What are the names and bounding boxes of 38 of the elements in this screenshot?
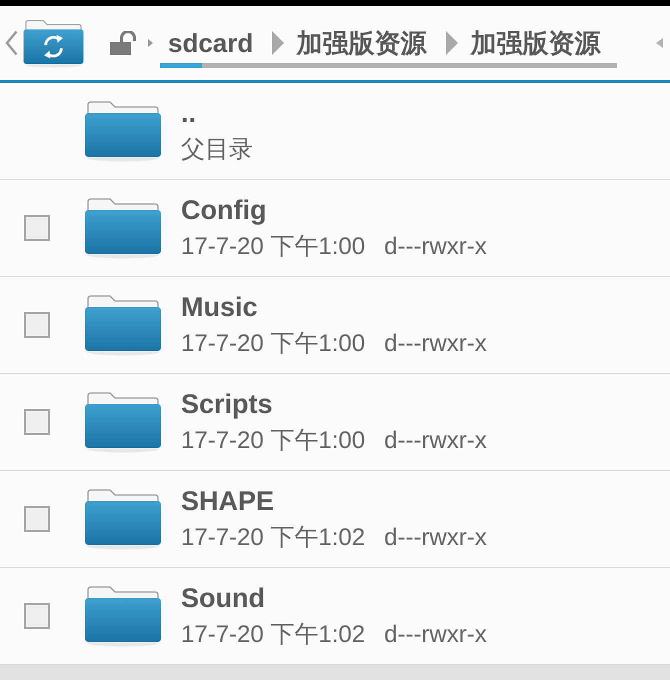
checkbox[interactable] bbox=[24, 312, 50, 338]
refresh-folder-icon[interactable] bbox=[22, 18, 85, 68]
permissions: d---rwxr-x bbox=[384, 329, 487, 359]
folder-name: SHAPE bbox=[181, 485, 276, 517]
scrollbar-thumb bbox=[160, 63, 202, 68]
triangle-right-icon bbox=[272, 31, 284, 55]
breadcrumb-item[interactable]: 加强版资源 bbox=[470, 28, 600, 58]
folder-name: Config bbox=[181, 194, 268, 226]
folder-name: Scripts bbox=[181, 388, 274, 420]
folder-name: .. bbox=[181, 97, 198, 129]
folder-name: Music bbox=[181, 291, 259, 323]
breadcrumb-item[interactable]: sdcard bbox=[168, 28, 254, 58]
folder-name: Sound bbox=[181, 582, 266, 614]
checkbox[interactable] bbox=[24, 506, 50, 532]
triangle-right-icon bbox=[446, 31, 458, 55]
modified-date: 17-7-20 下午1:02 bbox=[181, 523, 366, 553]
modified-date: 17-7-20 下午1:02 bbox=[181, 620, 366, 650]
folder-icon bbox=[83, 100, 163, 162]
permissions: d---rwxr-x bbox=[384, 620, 487, 650]
checkbox[interactable] bbox=[24, 215, 50, 241]
permissions: d---rwxr-x bbox=[384, 426, 487, 456]
triangle-left-icon bbox=[656, 38, 663, 48]
modified-date: 17-7-20 下午1:00 bbox=[181, 329, 366, 359]
folder-icon bbox=[83, 488, 163, 550]
triangle-right-icon bbox=[148, 39, 153, 47]
folder-detail: 父目录 bbox=[181, 135, 253, 165]
modified-date: 17-7-20 下午1:00 bbox=[181, 232, 366, 262]
checkbox[interactable] bbox=[24, 603, 50, 629]
chevron-left-icon[interactable] bbox=[5, 30, 18, 56]
folder-icon bbox=[83, 391, 163, 453]
folder-icon bbox=[83, 294, 163, 356]
permissions: d---rwxr-x bbox=[384, 232, 487, 262]
permissions: d---rwxr-x bbox=[384, 523, 487, 553]
checkbox[interactable] bbox=[24, 409, 50, 435]
folder-icon bbox=[83, 197, 163, 259]
breadcrumb-item[interactable]: 加强版资源 bbox=[296, 28, 426, 58]
folder-icon bbox=[83, 585, 163, 647]
modified-date: 17-7-20 下午1:00 bbox=[181, 426, 366, 456]
